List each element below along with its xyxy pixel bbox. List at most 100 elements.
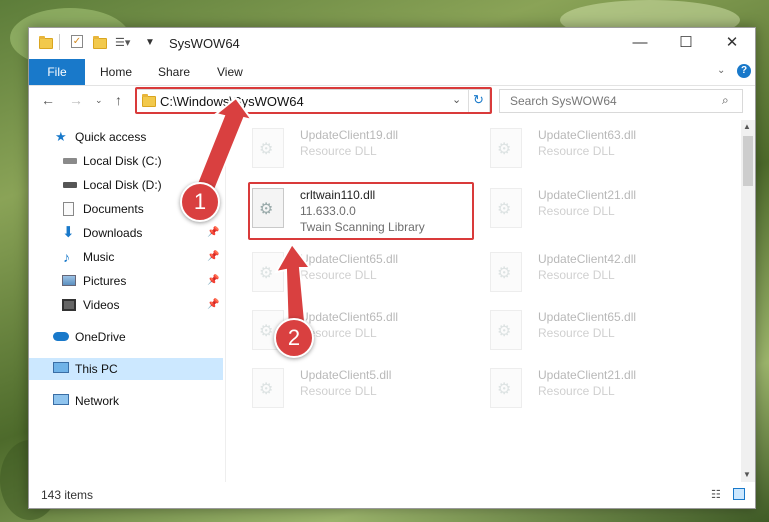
- cloud-icon: [53, 332, 69, 341]
- file-description: Resource DLL: [300, 268, 377, 282]
- tab-view[interactable]: View: [217, 59, 243, 85]
- list-item[interactable]: UpdateClient65.dll Resource DLL: [486, 306, 716, 356]
- drive-icon: [63, 182, 77, 188]
- sidebar-item-label: Documents: [83, 202, 144, 216]
- scroll-down-icon[interactable]: ▼: [743, 470, 751, 479]
- details-view-icon[interactable]: ☷: [711, 488, 721, 501]
- list-item[interactable]: UpdateClient42.dll Resource DLL: [486, 248, 716, 298]
- pin-icon[interactable]: 📌: [207, 246, 219, 268]
- file-description: Resource DLL: [300, 144, 377, 158]
- file-description: Resource DLL: [300, 384, 377, 398]
- tab-file[interactable]: File: [29, 59, 85, 85]
- file-name: UpdateClient65.dll: [300, 310, 399, 324]
- ribbon: File Home Share View ⌄ ?: [29, 59, 755, 86]
- list-item[interactable]: UpdateClient5.dll Resource DLL: [248, 364, 478, 414]
- dll-file-icon: [490, 188, 522, 228]
- tab-share[interactable]: Share: [158, 59, 190, 85]
- close-button[interactable]: ✕: [709, 28, 755, 58]
- sidebar-item-this-pc[interactable]: This PC: [29, 358, 223, 380]
- expand-ribbon-icon[interactable]: ⌄: [717, 65, 725, 76]
- sidebar-item-label: This PC: [75, 362, 118, 376]
- download-arrow-icon: ⬇: [62, 224, 75, 241]
- sidebar-item-label: Pictures: [83, 274, 127, 288]
- scroll-up-icon[interactable]: ▲: [743, 122, 751, 131]
- sidebar-item-label: Network: [75, 394, 120, 408]
- step-2-badge: 2: [274, 318, 314, 358]
- list-item[interactable]: UpdateClient19.dll Resource DLL: [248, 124, 478, 174]
- sidebar-item-label: OneDrive: [75, 330, 126, 344]
- sidebar-item-label: Music: [83, 250, 115, 264]
- sidebar-item-music[interactable]: ♪ Music 📌: [29, 246, 223, 268]
- vertical-scrollbar[interactable]: ▲ ▼: [741, 120, 755, 482]
- sidebar-item-label: Downloads: [83, 226, 143, 240]
- file-name: UpdateClient21.dll: [538, 368, 637, 382]
- file-description: Resource DLL: [538, 144, 615, 158]
- search-placeholder: Search SysWOW64: [510, 94, 617, 108]
- properties-icon[interactable]: ✓: [71, 35, 83, 48]
- file-name: UpdateClient65.dll: [300, 252, 399, 266]
- file-description: Resource DLL: [538, 268, 615, 282]
- file-name: UpdateClient5.dll: [300, 368, 392, 382]
- navigation-pane: ★ Quick access Local Disk (C:) Local Dis…: [29, 120, 226, 482]
- tab-home[interactable]: Home: [100, 59, 132, 85]
- dll-file-icon: [490, 368, 522, 408]
- step-1-badge: 1: [180, 182, 220, 222]
- sidebar-item-local-disk-c[interactable]: Local Disk (C:): [29, 150, 223, 172]
- title-bar: ✓ ☰▾ ▼ SysWOW64 — ☐ ✕: [29, 28, 755, 59]
- list-item[interactable]: UpdateClient21.dll Resource DLL: [486, 364, 716, 414]
- music-note-icon: ♪: [63, 249, 70, 265]
- dll-file-icon: [252, 252, 284, 292]
- sidebar-item-label: Local Disk (C:): [83, 154, 162, 168]
- forward-arrow-icon[interactable]: →: [69, 92, 83, 108]
- scrollbar-thumb[interactable]: [743, 136, 753, 186]
- minimize-button[interactable]: —: [617, 28, 663, 58]
- list-item[interactable]: UpdateClient63.dll Resource DLL: [486, 124, 716, 174]
- sidebar-item-label: Local Disk (D:): [83, 178, 162, 192]
- folder-icon[interactable]: [39, 36, 53, 50]
- search-input[interactable]: Search SysWOW64 ⌕: [499, 89, 743, 113]
- drive-icon: [63, 158, 77, 164]
- recent-locations-icon[interactable]: ⌄: [95, 95, 103, 106]
- sidebar-item-label: Quick access: [75, 130, 147, 144]
- new-folder-icon[interactable]: [93, 36, 107, 50]
- up-arrow-icon[interactable]: ↑: [115, 92, 122, 108]
- sidebar-item-network[interactable]: Network: [29, 390, 223, 412]
- list-item[interactable]: UpdateClient65.dll Resource DLL: [248, 248, 478, 298]
- file-highlight-box: [248, 182, 474, 240]
- large-icons-view-icon[interactable]: [733, 488, 745, 500]
- pin-icon[interactable]: 📌: [207, 270, 219, 292]
- search-icon[interactable]: ⌕: [722, 93, 729, 108]
- pin-icon[interactable]: 📌: [207, 294, 219, 316]
- file-description: Resource DLL: [538, 384, 615, 398]
- maximize-button[interactable]: ☐: [663, 28, 709, 58]
- sidebar-item-downloads[interactable]: ⬇ Downloads 📌: [29, 222, 223, 244]
- chevron-down-icon[interactable]: ▼: [145, 36, 159, 50]
- pin-icon[interactable]: 📌: [207, 222, 219, 244]
- sidebar-item-pictures[interactable]: Pictures 📌: [29, 270, 223, 292]
- computer-icon: [53, 362, 69, 373]
- film-icon: [62, 299, 76, 311]
- file-explorer-window: ✓ ☰▾ ▼ SysWOW64 — ☐ ✕ File Home Share Vi…: [28, 27, 756, 509]
- dll-file-icon: [490, 252, 522, 292]
- help-icon[interactable]: ?: [737, 64, 751, 78]
- dll-file-icon: [490, 128, 522, 168]
- sidebar-item-label: Videos: [83, 298, 120, 312]
- sidebar-item-videos[interactable]: Videos 📌: [29, 294, 223, 316]
- network-icon: [53, 394, 69, 405]
- file-name: UpdateClient19.dll: [300, 128, 399, 142]
- customize-toolbar-icon[interactable]: ☰▾: [115, 36, 130, 50]
- status-bar: 143 items ☷: [29, 484, 755, 508]
- file-list: UpdateClient19.dll Resource DLL crltwain…: [226, 120, 741, 482]
- dll-file-icon: [252, 128, 284, 168]
- file-name: UpdateClient63.dll: [538, 128, 637, 142]
- picture-icon: [62, 275, 76, 286]
- sidebar-item-quick-access[interactable]: ★ Quick access: [29, 126, 223, 148]
- document-icon: [63, 202, 74, 216]
- item-count: 143 items: [41, 488, 94, 502]
- sidebar-item-onedrive[interactable]: OneDrive: [29, 326, 223, 348]
- back-arrow-icon[interactable]: ←: [41, 92, 55, 108]
- separator: [59, 34, 60, 50]
- list-item[interactable]: UpdateClient21.dll Resource DLL: [486, 184, 716, 234]
- address-highlight-box: [135, 87, 492, 114]
- file-name: UpdateClient65.dll: [538, 310, 637, 324]
